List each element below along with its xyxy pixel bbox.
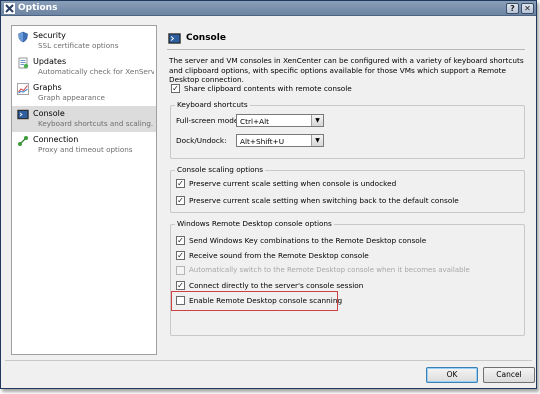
checkbox-box[interactable]: ✓ [171, 84, 180, 93]
checkbox-label: Send Windows Key combinations to the Rem… [189, 236, 427, 245]
checkbox-label: Connect directly to the server's console… [189, 281, 364, 290]
keyboard-shortcuts-group: Keyboard shortcuts Full-screen mode: Ctr… [170, 100, 525, 159]
ok-button[interactable]: OK [426, 367, 478, 383]
sidebar-item-desc: Graph appearance [38, 93, 105, 102]
sidebar-item-title: Console [33, 109, 65, 118]
checkbox-box[interactable] [176, 296, 185, 305]
sidebar-item-title: Connection [33, 135, 79, 144]
send-windows-key-checkbox[interactable]: ✓ Send Windows Key combinations to the R… [176, 236, 516, 247]
select-value: Alt+Shift+U [240, 137, 285, 146]
title-divider [167, 49, 525, 50]
sidebar-item-title: Updates [33, 57, 67, 66]
checkbox-label: Preserve current scale setting when cons… [189, 179, 397, 188]
dock-undock-select[interactable]: Alt+Shift+U ▼ [236, 134, 324, 147]
fullscreen-mode-select[interactable]: Ctrl+Alt ▼ [236, 114, 324, 127]
sidebar-item-security[interactable]: Security SSL certificate options [12, 28, 156, 54]
sidebar-item-desc: SSL certificate options [38, 41, 119, 50]
graph-icon [17, 83, 29, 95]
sidebar-item-title: Graphs [33, 83, 62, 92]
checkbox-box[interactable]: ✓ [176, 281, 185, 290]
sidebar-item-title: Security [33, 31, 66, 40]
fullscreen-mode-label: Full-screen mode: [176, 116, 241, 125]
preserve-scale-undocked-checkbox[interactable]: ✓ Preserve current scale setting when co… [176, 179, 476, 190]
sidebar-item-desc: Automatically check for XenServ... [38, 67, 154, 76]
enable-rdp-scanning-checkbox[interactable]: Enable Remote Desktop console scanning [176, 296, 376, 307]
options-sidebar: Security SSL certificate options Updates… [11, 25, 157, 355]
group-label: Console scaling options [175, 165, 266, 174]
page-title: Console [186, 33, 226, 43]
checkbox-box[interactable]: ✓ [176, 179, 185, 188]
share-clipboard-checkbox[interactable]: ✓ Share clipboard contents with remote c… [171, 84, 431, 95]
checkbox-label: Enable Remote Desktop console scanning [189, 296, 343, 305]
checkbox-label: Automatically switch to the Remote Deskt… [189, 266, 470, 274]
footer-divider [5, 360, 532, 361]
checkbox-box [176, 266, 185, 275]
sidebar-item-updates[interactable]: Updates Automatically check for XenServ.… [12, 54, 156, 80]
chevron-down-icon[interactable]: ▼ [311, 135, 323, 146]
auto-switch-rdp-checkbox: Automatically switch to the Remote Deskt… [176, 266, 521, 277]
checkbox-label: Share clipboard contents with remote con… [184, 84, 352, 93]
console-icon [168, 33, 181, 44]
options-dialog: Options ? ✕ Security SSL certificate opt… [0, 0, 537, 389]
dock-undock-label: Dock/Undock: [176, 136, 227, 145]
connection-icon [18, 136, 28, 146]
console-icon [17, 109, 29, 120]
chevron-down-icon[interactable]: ▼ [311, 115, 323, 126]
xen-logo-icon [4, 3, 15, 14]
checkbox-label: Receive sound from the Remote Desktop co… [189, 251, 369, 260]
close-button[interactable]: ✕ [521, 3, 534, 14]
sidebar-item-desc: Keyboard shortcuts and scaling... [38, 119, 154, 128]
remote-desktop-group: Windows Remote Desktop console options ✓… [170, 219, 525, 336]
console-description: The server and VM consoles in XenCenter … [169, 56, 524, 84]
checkbox-box[interactable]: ✓ [176, 196, 185, 205]
checkbox-box[interactable]: ✓ [176, 251, 185, 260]
group-label: Windows Remote Desktop console options [175, 219, 334, 228]
sidebar-item-console[interactable]: Console Keyboard shortcuts and scaling..… [12, 106, 156, 132]
group-label: Keyboard shortcuts [175, 100, 250, 109]
console-scaling-group: Console scaling options ✓ Preserve curre… [170, 165, 525, 213]
checkbox-label: Preserve current scale setting when swit… [189, 196, 459, 205]
cancel-button[interactable]: Cancel [483, 367, 535, 383]
updates-icon [18, 57, 29, 69]
sidebar-item-connection[interactable]: Connection Proxy and timeout options [12, 132, 156, 158]
receive-sound-checkbox[interactable]: ✓ Receive sound from the Remote Desktop … [176, 251, 516, 262]
title-bar[interactable]: Options ? ✕ [1, 1, 536, 16]
shield-icon [18, 31, 28, 43]
sidebar-item-graphs[interactable]: Graphs Graph appearance [12, 80, 156, 106]
sidebar-item-desc: Proxy and timeout options [38, 145, 133, 154]
console-settings-panel: Console The server and VM consoles in Xe… [165, 25, 529, 355]
preserve-scale-switching-checkbox[interactable]: ✓ Preserve current scale setting when sw… [176, 196, 516, 207]
help-button[interactable]: ? [506, 3, 519, 14]
select-value: Ctrl+Alt [240, 117, 269, 126]
checkbox-box[interactable]: ✓ [176, 236, 185, 245]
window-title: Options [18, 3, 58, 13]
